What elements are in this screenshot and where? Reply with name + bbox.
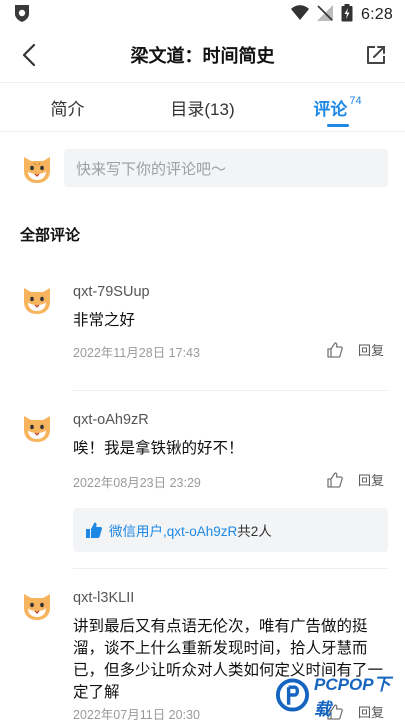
comment-divider [73, 390, 388, 391]
comment-input[interactable]: 快来写下你的评论吧～ [64, 149, 388, 187]
likes-count: 共2人 [237, 524, 272, 539]
reply-button[interactable]: 回复 [358, 340, 384, 359]
cat-avatar-icon [24, 288, 50, 314]
back-button[interactable] [14, 40, 44, 70]
tab-contents[interactable]: 目录(13) [135, 83, 270, 131]
cat-avatar-icon [24, 157, 50, 183]
like-button[interactable] [326, 471, 344, 489]
tab-intro-label: 简介 [50, 99, 85, 119]
comment-item: qxt-oAh9zR 唉！我是拿铁锹的好不！ 2022年08月23日 23:29… [20, 410, 388, 500]
watermark: PCPOP下载 [275, 670, 405, 720]
comment-username: qxt-l3KLII [73, 590, 135, 606]
likes-summary: 微信用户,qxt-oAh9zR 共2人 [73, 508, 388, 552]
share-icon [367, 46, 385, 64]
status-bar: 6:28 [0, 0, 405, 30]
tab-comments[interactable]: 评论 74 [270, 83, 405, 131]
status-time: 6:28 [361, 6, 393, 23]
no-sim-icon [317, 4, 334, 26]
watermark-text: PCPOP下载 [314, 675, 391, 719]
page-title: 梁文道：时间简史 [130, 46, 275, 66]
like-button[interactable] [326, 341, 344, 359]
comment-count-badge: 74 [349, 95, 362, 107]
thumbs-up-icon [327, 471, 343, 488]
active-tab-indicator [326, 124, 349, 127]
comment-date: 2022年07月11日 20:30 [73, 708, 200, 720]
tab-comments-label: 评论 [313, 99, 348, 119]
comment-username: qxt-79SUup [73, 284, 150, 300]
battery-icon [341, 3, 353, 27]
comment-actions: 回复 [326, 470, 384, 489]
comment-composer: 快来写下你的评论吧～ [20, 148, 388, 188]
watermark-logo-icon [275, 678, 310, 712]
tab-contents-label: 目录(13) [170, 99, 235, 119]
comment-divider [73, 568, 388, 569]
app-header: 梁文道：时间简史 [0, 30, 405, 80]
comment-actions: 回复 [326, 340, 384, 359]
thumbs-up-filled-icon [86, 522, 102, 538]
tab-intro[interactable]: 简介 [0, 83, 135, 131]
comment-date: 2022年11月28日 17:43 [73, 346, 200, 360]
all-comments-heading: 全部评论 [20, 227, 81, 244]
chevron-left-icon [22, 43, 36, 67]
comment-text: 非常之好 [73, 312, 136, 329]
app-shield-icon [12, 3, 32, 28]
cat-avatar-icon [24, 594, 50, 620]
tab-bar: 简介 目录(13) 评论 74 [0, 82, 405, 132]
comment-text: 唉！我是拿铁锹的好不！ [73, 440, 244, 457]
reply-button[interactable]: 回复 [358, 470, 384, 489]
comment-item: qxt-79SUup 非常之好 2022年11月28日 17:43 回复 [20, 282, 388, 382]
comment-username: qxt-oAh9zR [73, 412, 149, 428]
wifi-icon [291, 4, 310, 26]
likes-users[interactable]: 微信用户,qxt-oAh9zR [109, 520, 237, 540]
comment-date: 2022年08月23日 23:29 [73, 476, 201, 490]
thumbs-up-icon [327, 341, 343, 358]
share-button[interactable] [361, 40, 391, 70]
cat-avatar-icon [24, 416, 50, 442]
